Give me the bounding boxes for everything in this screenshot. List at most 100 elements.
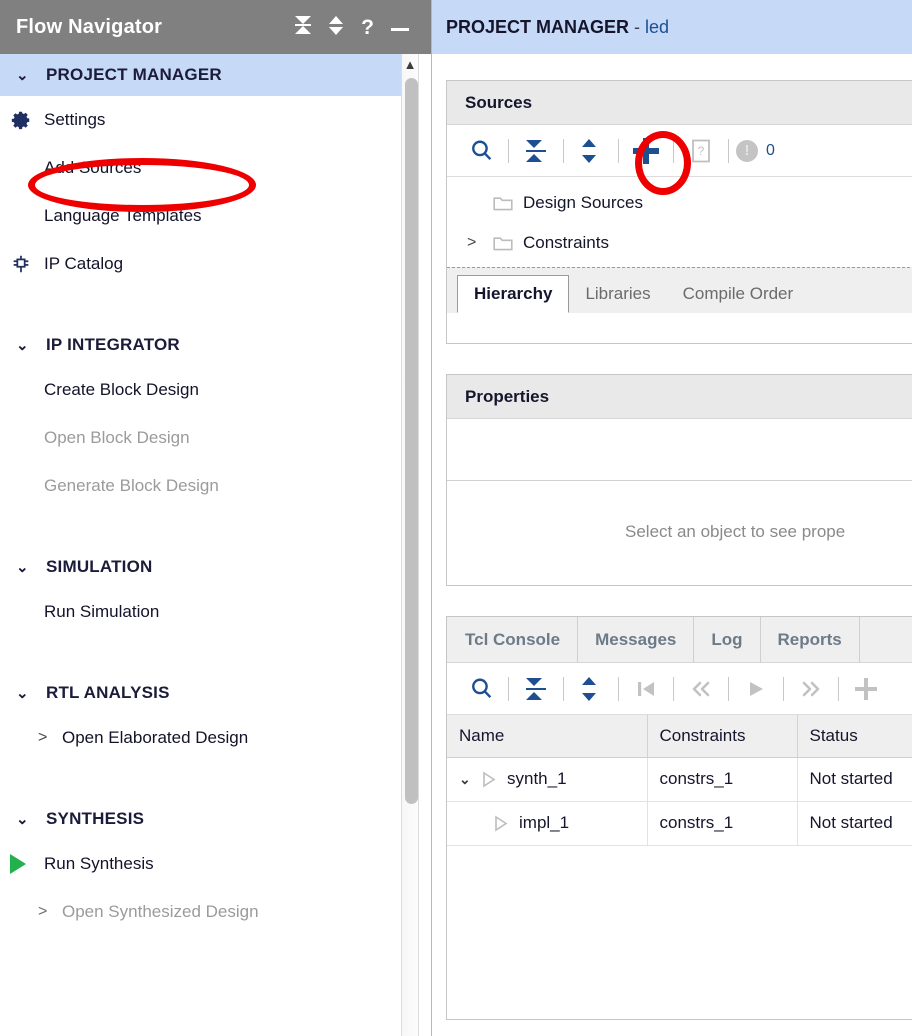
flow-navigator-panel: Flow Navigator ? ⌄ PROJECT MANAGER Setti… — [0, 0, 432, 1036]
sidebar-item-label: Open Synthesized Design — [62, 902, 259, 921]
run-triangle-icon — [495, 815, 508, 831]
sidebar-item-settings[interactable]: Settings — [0, 96, 404, 144]
nav-group-synthesis[interactable]: ⌄ SYNTHESIS — [0, 798, 404, 840]
tab-tcl-console[interactable]: Tcl Console — [447, 616, 579, 663]
minimize-icon[interactable] — [391, 18, 409, 37]
sidebar-item-open-synthesized-design: > Open Synthesized Design — [0, 888, 404, 936]
chevron-down-icon[interactable]: ⌄ — [459, 771, 481, 788]
sidebar-item-create-block-design[interactable]: Create Block Design — [0, 366, 404, 414]
add-sources-plus-button[interactable] — [626, 131, 666, 171]
sidebar-item-run-synthesis[interactable]: Run Synthesis — [0, 840, 404, 888]
nav-group-ip-integrator[interactable]: ⌄ IP INTEGRATOR — [0, 324, 404, 366]
expand-all-icon[interactable] — [571, 669, 611, 709]
project-manager-title-bar: PROJECT MANAGER - led — [432, 0, 912, 54]
flow-navigator-header: Flow Navigator ? — [0, 0, 431, 54]
sidebar-item-run-simulation[interactable]: Run Simulation — [0, 588, 404, 636]
tab-hierarchy[interactable]: Hierarchy — [457, 275, 570, 313]
scrollbar-thumb[interactable] — [405, 78, 418, 804]
search-icon[interactable] — [461, 669, 501, 709]
search-icon[interactable] — [461, 131, 501, 171]
svg-text:?: ? — [698, 144, 705, 158]
chevron-right-icon[interactable]: > — [467, 234, 493, 252]
cell-constraints: constrs_1 — [647, 757, 798, 802]
table-row[interactable]: impl_1 constrs_1 Not started — [447, 801, 912, 846]
help-icon[interactable]: ? — [361, 17, 374, 38]
play-icon[interactable] — [736, 669, 776, 709]
expand-all-icon[interactable] — [571, 131, 611, 171]
cell-name[interactable]: impl_1 — [447, 801, 648, 846]
collapse-all-icon[interactable] — [516, 669, 556, 709]
sidebar-item-open-elaborated-design[interactable]: > Open Elaborated Design — [0, 714, 404, 762]
folder-icon — [493, 235, 513, 252]
toolbar-divider — [563, 138, 564, 163]
run-name-label: impl_1 — [519, 813, 570, 832]
nav-group-label: PROJECT MANAGER — [46, 65, 222, 84]
cell-status: Not started — [797, 757, 912, 802]
project-manager-panel: PROJECT MANAGER - led Sources ? ! 0 Desi… — [432, 0, 912, 1036]
sidebar-item-language-templates[interactable]: Language Templates — [0, 192, 404, 240]
tree-item-label: Constraints — [523, 233, 609, 252]
gear-icon — [10, 109, 44, 131]
sidebar-item-label: Run Simulation — [44, 602, 160, 621]
column-header-status[interactable]: Status — [797, 715, 912, 758]
collapse-all-icon[interactable] — [516, 131, 556, 171]
sidebar-item-label: Settings — [44, 110, 106, 129]
fast-forward-icon[interactable] — [791, 669, 831, 709]
rewind-icon[interactable] — [681, 669, 721, 709]
chevron-right-icon[interactable]: > — [38, 903, 62, 921]
warning-indicator[interactable]: ! 0 — [736, 131, 775, 171]
nav-group-label: SYNTHESIS — [46, 809, 145, 828]
console-panel: Tcl Console Messages Log Reports Name Co… — [446, 616, 912, 1020]
flow-navigator-title: Flow Navigator — [16, 15, 163, 38]
sidebar-item-label: IP Catalog — [44, 254, 124, 273]
sources-panel: Sources ? ! 0 Design Sources > Constrain… — [446, 80, 912, 344]
page-title: PROJECT MANAGER — [446, 16, 630, 37]
table-header-row: Name Constraints Status — [447, 715, 912, 758]
toolbar-divider — [673, 676, 674, 701]
column-header-name[interactable]: Name — [447, 715, 648, 758]
cell-name[interactable]: ⌄ synth_1 — [447, 757, 648, 802]
tab-log[interactable]: Log — [694, 616, 761, 663]
tree-item-constraints[interactable]: > Constraints — [447, 223, 912, 263]
properties-panel-title: Properties — [447, 375, 912, 419]
scroll-up-arrow-icon[interactable]: ▲ — [402, 54, 418, 74]
chevron-right-icon[interactable]: > — [38, 729, 62, 747]
collapse-all-icon[interactable] — [295, 16, 312, 38]
toolbar-divider — [508, 138, 509, 163]
sidebar-item-add-sources[interactable]: Add Sources — [0, 144, 404, 192]
sources-tree: › Design Sources > Constra — [447, 177, 912, 267]
expand-collapse-icon[interactable] — [329, 15, 344, 39]
sidebar-item-ip-catalog[interactable]: IP Catalog — [0, 240, 404, 288]
nav-group-rtl-analysis[interactable]: ⌄ RTL ANALYSIS — [0, 672, 404, 714]
tab-reports[interactable]: Reports — [761, 616, 860, 663]
properties-toolbar-area — [447, 419, 912, 481]
toolbar-divider — [508, 676, 509, 701]
chevron-down-icon: ⌄ — [16, 336, 29, 354]
sidebar-scrollbar[interactable]: ▲ — [401, 54, 419, 1036]
run-name-label: synth_1 — [507, 769, 567, 788]
skip-to-start-icon[interactable] — [626, 669, 666, 709]
toolbar-divider — [673, 138, 674, 163]
tab-libraries[interactable]: Libraries — [569, 275, 666, 313]
nav-group-label: IP INTEGRATOR — [46, 335, 180, 354]
tab-messages[interactable]: Messages — [578, 616, 695, 663]
column-header-constraints[interactable]: Constraints — [647, 715, 798, 758]
flow-navigator-list: ⌄ PROJECT MANAGER Settings Add Sources L… — [0, 54, 404, 936]
tree-item-design-sources[interactable]: › Design Sources — [447, 183, 912, 223]
plus-icon[interactable] — [846, 669, 886, 709]
sidebar-item-label: Generate Block Design — [44, 476, 219, 495]
sources-toolbar: ? ! 0 — [447, 125, 912, 177]
nav-group-project-manager[interactable]: ⌄ PROJECT MANAGER — [0, 54, 404, 96]
tab-compile-order[interactable]: Compile Order — [667, 275, 810, 313]
chevron-down-icon: ⌄ — [16, 66, 29, 84]
run-triangle-icon — [483, 771, 496, 787]
properties-panel: Properties Select an object to see prope — [446, 374, 912, 586]
nav-group-simulation[interactable]: ⌄ SIMULATION — [0, 546, 404, 588]
sources-panel-title: Sources — [447, 81, 912, 125]
table-row[interactable]: ⌄ synth_1 constrs_1 Not started — [447, 757, 912, 802]
toolbar-divider — [728, 676, 729, 701]
help-doc-icon[interactable]: ? — [681, 131, 721, 171]
